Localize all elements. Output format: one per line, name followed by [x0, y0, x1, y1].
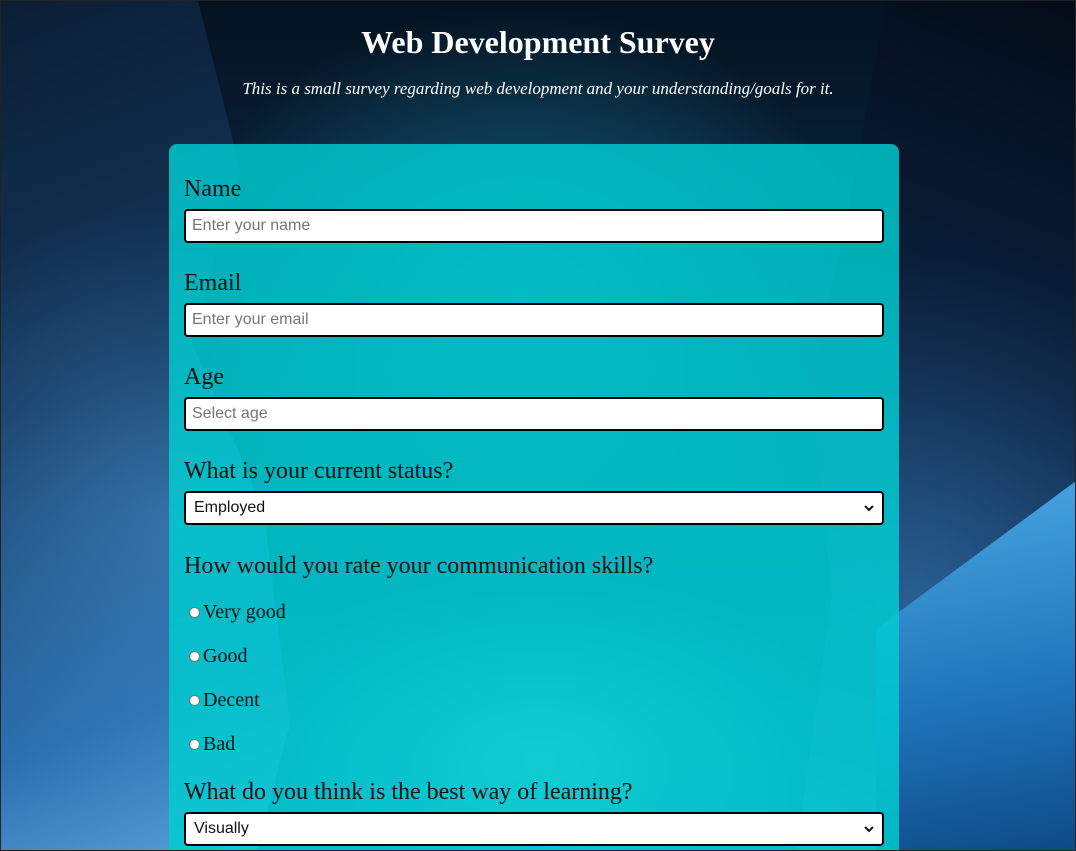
learning-label: What do you think is the best way of lea…: [184, 779, 633, 805]
radio-label: Very good: [203, 601, 286, 623]
radio-label: Bad: [203, 733, 236, 755]
radio-option-very-good[interactable]: Very good: [189, 601, 286, 624]
page-description: This is a small survey regarding web dev…: [242, 79, 834, 98]
radio-label: Decent: [203, 689, 260, 711]
email-input[interactable]: [184, 303, 884, 337]
email-label: Email: [184, 270, 242, 296]
status-label: What is your current status?: [184, 458, 454, 484]
learning-select[interactable]: Visually: [184, 812, 884, 846]
learning-selected-value: Visually: [194, 820, 249, 837]
status-selected-value: Employed: [194, 499, 266, 516]
chevron-down-icon: [864, 824, 874, 834]
survey-header: Web Development Survey This is a small s…: [0, 0, 1076, 99]
chevron-down-icon: [864, 503, 874, 513]
communication-label: How would you rate your communication sk…: [184, 553, 654, 579]
radio-button[interactable]: [189, 607, 200, 618]
age-input[interactable]: [184, 397, 884, 431]
name-input[interactable]: [184, 209, 884, 243]
survey-form: Name Email Age What is your current stat…: [169, 144, 899, 851]
age-label: Age: [184, 364, 224, 390]
page-title: Web Development Survey: [361, 24, 715, 60]
radio-option-good[interactable]: Good: [189, 645, 247, 668]
radio-option-decent[interactable]: Decent: [189, 689, 260, 712]
status-select[interactable]: Employed: [184, 491, 884, 525]
radio-option-bad[interactable]: Bad: [189, 733, 235, 756]
radio-button[interactable]: [189, 739, 200, 750]
radio-button[interactable]: [189, 651, 200, 662]
radio-button[interactable]: [189, 695, 200, 706]
radio-label: Good: [203, 645, 248, 667]
name-label: Name: [184, 176, 242, 202]
